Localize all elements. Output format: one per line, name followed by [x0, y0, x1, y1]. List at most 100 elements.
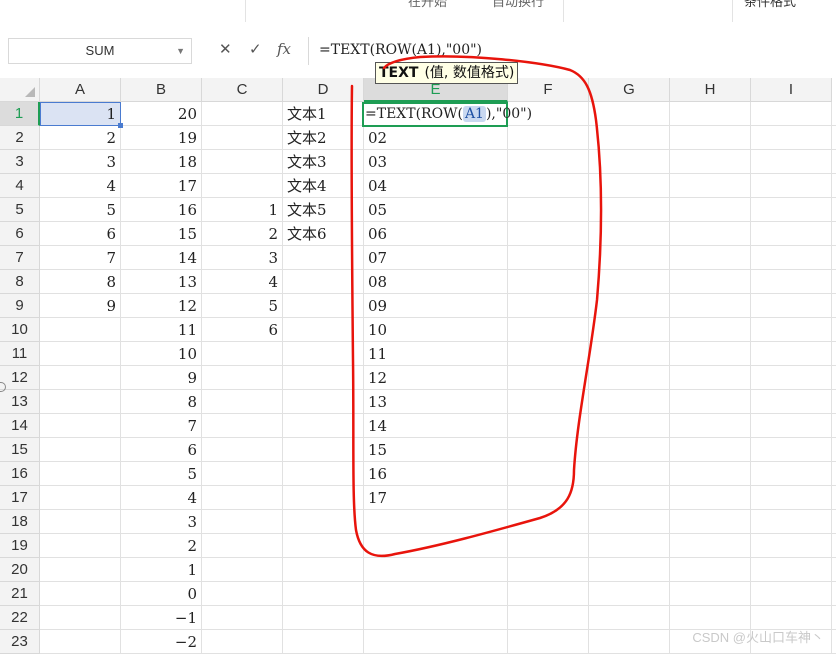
cell-c9[interactable]: 5: [202, 294, 283, 318]
select-all-corner[interactable]: [0, 78, 40, 102]
cell-b11[interactable]: 10: [121, 342, 202, 366]
row-header-16[interactable]: 16: [0, 462, 40, 486]
row-header-3[interactable]: 3: [0, 150, 40, 174]
chevron-down-icon[interactable]: ▼: [176, 39, 185, 63]
cell-b17[interactable]: 4: [121, 486, 202, 510]
row-header-4[interactable]: 4: [0, 174, 40, 198]
cell-b9[interactable]: 12: [121, 294, 202, 318]
cell-b13[interactable]: 8: [121, 390, 202, 414]
row-header-14[interactable]: 14: [0, 414, 40, 438]
cell-c10[interactable]: 6: [202, 318, 283, 342]
cell-a4[interactable]: 4: [40, 174, 121, 198]
cell-d4[interactable]: 文本4: [283, 174, 364, 198]
toolbar-item-wrap[interactable]: 自动换行: [492, 0, 544, 10]
cell-e1-editor[interactable]: =TEXT(ROW(A1),"00"): [365, 102, 532, 126]
cell-e12[interactable]: 12: [364, 366, 508, 390]
cell-b19[interactable]: 2: [121, 534, 202, 558]
cell-e4[interactable]: 04: [364, 174, 508, 198]
cell-c5[interactable]: 1: [202, 198, 283, 222]
column-header-c[interactable]: C: [202, 78, 283, 102]
row-header-2[interactable]: 2: [0, 126, 40, 150]
cell-d5[interactable]: 文本5: [283, 198, 364, 222]
cell-e10[interactable]: 10: [364, 318, 508, 342]
cell-b23[interactable]: −2: [121, 630, 202, 654]
cell-e7[interactable]: 07: [364, 246, 508, 270]
name-box[interactable]: SUM ▼: [8, 38, 192, 64]
cell-e5[interactable]: 05: [364, 198, 508, 222]
cell-b14[interactable]: 7: [121, 414, 202, 438]
column-header-g[interactable]: G: [589, 78, 670, 102]
cell-b7[interactable]: 14: [121, 246, 202, 270]
cell-b1[interactable]: 20: [121, 102, 202, 126]
cell-b15[interactable]: 6: [121, 438, 202, 462]
cell-a5[interactable]: 5: [40, 198, 121, 222]
cell-e16[interactable]: 16: [364, 462, 508, 486]
cell-e6[interactable]: 06: [364, 222, 508, 246]
column-header-d[interactable]: D: [283, 78, 364, 102]
cell-a7[interactable]: 7: [40, 246, 121, 270]
cancel-icon[interactable]: ✕: [219, 40, 232, 58]
cell-b3[interactable]: 18: [121, 150, 202, 174]
cell-b4[interactable]: 17: [121, 174, 202, 198]
cell-a1[interactable]: 1: [40, 102, 121, 126]
cell-b21[interactable]: 0: [121, 582, 202, 606]
cell-d6[interactable]: 文本6: [283, 222, 364, 246]
column-header-i[interactable]: I: [751, 78, 832, 102]
row-header-20[interactable]: 20: [0, 558, 40, 582]
row-header-17[interactable]: 17: [0, 486, 40, 510]
cell-e8[interactable]: 08: [364, 270, 508, 294]
cell-b2[interactable]: 19: [121, 126, 202, 150]
row-header-1[interactable]: 1: [0, 102, 40, 126]
row-header-5[interactable]: 5: [0, 198, 40, 222]
toolbar-item-open[interactable]: 在开始: [408, 0, 447, 10]
row-header-21[interactable]: 21: [0, 582, 40, 606]
cell-e2[interactable]: 02: [364, 126, 508, 150]
column-header-a[interactable]: A: [40, 78, 121, 102]
row-header-8[interactable]: 8: [0, 270, 40, 294]
cell-b16[interactable]: 5: [121, 462, 202, 486]
cell-b18[interactable]: 3: [121, 510, 202, 534]
cell-a9[interactable]: 9: [40, 294, 121, 318]
row-header-18[interactable]: 18: [0, 510, 40, 534]
toolbar-item-cond-format[interactable]: 条件格式: [744, 0, 796, 10]
row-header-23[interactable]: 23: [0, 630, 40, 654]
cell-d2[interactable]: 文本2: [283, 126, 364, 150]
row-header-10[interactable]: 10: [0, 318, 40, 342]
row-header-7[interactable]: 7: [0, 246, 40, 270]
cell-c8[interactable]: 4: [202, 270, 283, 294]
cell-b8[interactable]: 13: [121, 270, 202, 294]
row-header-9[interactable]: 9: [0, 294, 40, 318]
formula-input[interactable]: =TEXT(ROW(A1),"00"): [308, 37, 836, 65]
column-header-f[interactable]: F: [508, 78, 589, 102]
row-header-12[interactable]: 12: [0, 366, 40, 390]
cell-c7[interactable]: 3: [202, 246, 283, 270]
cell-d1[interactable]: 文本1: [283, 102, 364, 126]
cell-b20[interactable]: 1: [121, 558, 202, 582]
cell-e11[interactable]: 11: [364, 342, 508, 366]
fx-icon[interactable]: fx: [277, 40, 291, 58]
row-header-6[interactable]: 6: [0, 222, 40, 246]
cell-b22[interactable]: −1: [121, 606, 202, 630]
row-header-11[interactable]: 11: [0, 342, 40, 366]
row-header-19[interactable]: 19: [0, 534, 40, 558]
row-header-13[interactable]: 13: [0, 390, 40, 414]
cell-e17[interactable]: 17: [364, 486, 508, 510]
cell-d3[interactable]: 文本3: [283, 150, 364, 174]
cell-e14[interactable]: 14: [364, 414, 508, 438]
row-header-15[interactable]: 15: [0, 438, 40, 462]
cell-b5[interactable]: 16: [121, 198, 202, 222]
cell-c6[interactable]: 2: [202, 222, 283, 246]
cell-b6[interactable]: 15: [121, 222, 202, 246]
column-header-b[interactable]: B: [121, 78, 202, 102]
cell-e13[interactable]: 13: [364, 390, 508, 414]
cell-e3[interactable]: 03: [364, 150, 508, 174]
cell-a3[interactable]: 3: [40, 150, 121, 174]
column-header-h[interactable]: H: [670, 78, 751, 102]
cell-e15[interactable]: 15: [364, 438, 508, 462]
cell-a8[interactable]: 8: [40, 270, 121, 294]
cell-e9[interactable]: 09: [364, 294, 508, 318]
cell-b10[interactable]: 11: [121, 318, 202, 342]
cell-a2[interactable]: 2: [40, 126, 121, 150]
cell-reference-highlight[interactable]: A1: [462, 106, 486, 122]
cell-b12[interactable]: 9: [121, 366, 202, 390]
